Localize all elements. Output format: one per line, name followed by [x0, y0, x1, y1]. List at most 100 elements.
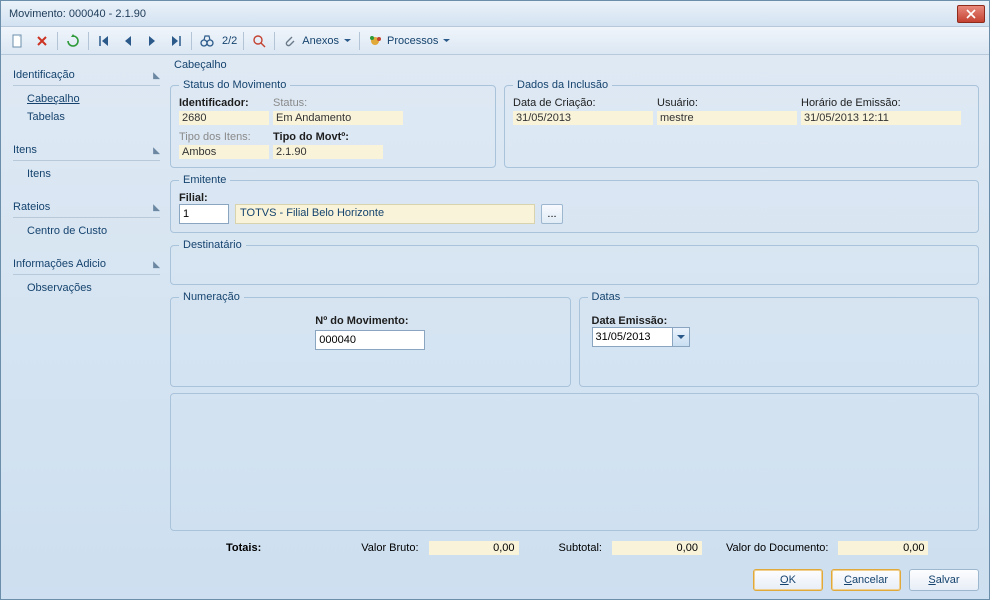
emitente-group: Emitente Filial: TOTVS - Filial Belo Hor… — [170, 174, 979, 233]
zoom-button[interactable] — [248, 30, 270, 52]
titlebar: Movimento: 000040 - 2.1.90 — [1, 1, 989, 27]
status-value: Em Andamento — [273, 111, 403, 125]
nav-last-button[interactable] — [165, 30, 187, 52]
process-icon — [368, 34, 382, 48]
main-panel: Cabeçalho Status do Movimento Identifica… — [166, 55, 989, 565]
close-icon — [966, 9, 976, 19]
chevron-icon: ◣ — [153, 70, 160, 81]
numeracao-group: Numeração Nº do Movimento: — [170, 291, 571, 387]
anexos-label: Anexos — [300, 35, 341, 47]
subtotal-value: 0,00 — [612, 541, 702, 555]
separator — [243, 32, 244, 50]
last-icon — [169, 34, 183, 48]
new-button[interactable] — [7, 30, 29, 52]
totals-label: Totais: — [226, 542, 261, 554]
date-picker-button[interactable] — [672, 327, 690, 347]
filial-code-input[interactable] — [179, 204, 229, 224]
nav-section-rateios[interactable]: Rateios◣ — [13, 197, 160, 218]
numeracao-legend: Numeração — [179, 291, 244, 303]
status-movimento-group: Status do Movimento Identificador: Statu… — [170, 79, 496, 168]
data-criacao-label: Data de Criação: — [513, 97, 653, 109]
chevron-icon: ◣ — [153, 145, 160, 156]
chevron-down-icon — [344, 37, 351, 44]
delete-button[interactable] — [31, 30, 53, 52]
identificador-label: Identificador: — [179, 97, 269, 109]
destinatario-legend: Destinatário — [179, 239, 246, 251]
processos-dropdown[interactable]: Processos — [364, 34, 454, 48]
inclusao-legend: Dados da Inclusão — [513, 79, 612, 91]
separator — [88, 32, 89, 50]
record-counter: 2/2 — [220, 35, 239, 47]
find-button[interactable] — [196, 30, 218, 52]
usuario-label: Usuário: — [657, 97, 797, 109]
totals-bar: Totais: Valor Bruto: 0,00 Subtotal: 0,00… — [170, 537, 979, 559]
binoculars-icon — [200, 34, 214, 48]
ok-button[interactable]: OK — [753, 569, 823, 591]
chevron-icon: ◣ — [153, 202, 160, 213]
processos-label: Processos — [385, 35, 440, 47]
datas-legend: Datas — [588, 291, 625, 303]
data-criacao-value: 31/05/2013 — [513, 111, 653, 125]
filial-name-display: TOTVS - Filial Belo Horizonte — [235, 204, 535, 224]
sidebar-item-tabelas[interactable]: Tabelas — [13, 108, 160, 126]
tipo-movto-value: 2.1.90 — [273, 145, 383, 159]
nav-first-button[interactable] — [93, 30, 115, 52]
tipo-itens-value: Ambos — [179, 145, 269, 159]
nav-section-identificacao[interactable]: Identificação◣ — [13, 65, 160, 86]
empty-panel — [170, 393, 979, 531]
data-emissao-label: Data Emissão: — [592, 315, 967, 327]
tipo-movto-label: Tipo do Movtº: — [273, 131, 383, 143]
subtotal-label: Subtotal: — [559, 542, 602, 554]
valor-bruto-value: 0,00 — [429, 541, 519, 555]
dados-inclusao-group: Dados da Inclusão Data de Criação: Usuár… — [504, 79, 979, 168]
refresh-button[interactable] — [62, 30, 84, 52]
next-icon — [145, 34, 159, 48]
sidebar-item-itens[interactable]: Itens — [13, 165, 160, 183]
num-movimento-input[interactable] — [315, 330, 425, 350]
toolbar: 2/2 Anexos Processos — [1, 27, 989, 55]
nav-section-itens[interactable]: Itens◣ — [13, 140, 160, 161]
separator — [359, 32, 360, 50]
refresh-icon — [66, 34, 80, 48]
salvar-button[interactable]: Salvar — [909, 569, 979, 591]
sidebar-item-observacoes[interactable]: Observações — [13, 279, 160, 297]
sidebar: Identificação◣ Cabeçalho Tabelas Itens◣ … — [1, 55, 166, 565]
usuario-value: mestre — [657, 111, 797, 125]
button-bar: OK Cancelar Salvar — [1, 565, 989, 599]
valor-documento-label: Valor do Documento: — [726, 542, 829, 554]
datas-group: Datas Data Emissão: — [579, 291, 980, 387]
valor-documento-value: 0,00 — [838, 541, 928, 555]
destinatario-group: Destinatário — [170, 239, 979, 285]
num-movimento-label: Nº do Movimento: — [315, 315, 408, 327]
new-doc-icon — [11, 34, 25, 48]
nav-prev-button[interactable] — [117, 30, 139, 52]
cancelar-button[interactable]: Cancelar — [831, 569, 901, 591]
data-emissao-input[interactable] — [592, 327, 672, 347]
chevron-down-icon — [443, 37, 450, 44]
window-title: Movimento: 000040 - 2.1.90 — [5, 8, 957, 20]
tab-cabecalho[interactable]: Cabeçalho — [170, 59, 979, 73]
chevron-icon: ◣ — [153, 259, 160, 270]
first-icon — [97, 34, 111, 48]
delete-icon — [35, 34, 49, 48]
prev-icon — [121, 34, 135, 48]
tipo-itens-label: Tipo dos Itens: — [179, 131, 269, 143]
status-legend: Status do Movimento — [179, 79, 290, 91]
nav-next-button[interactable] — [141, 30, 163, 52]
filial-lookup-button[interactable]: ... — [541, 204, 563, 224]
anexos-dropdown[interactable]: Anexos — [279, 34, 355, 48]
separator — [57, 32, 58, 50]
valor-bruto-label: Valor Bruto: — [361, 542, 418, 554]
separator — [274, 32, 275, 50]
horario-emissao-value: 31/05/2013 12:11 — [801, 111, 961, 125]
status-label: Status: — [273, 97, 383, 109]
chevron-down-icon — [677, 333, 685, 341]
close-button[interactable] — [957, 5, 985, 23]
identificador-value: 2680 — [179, 111, 269, 125]
separator — [191, 32, 192, 50]
filial-label: Filial: — [179, 192, 229, 204]
horario-emissao-label: Horário de Emissão: — [801, 97, 961, 109]
nav-section-info-adicionais[interactable]: Informações Adicio◣ — [13, 254, 160, 275]
sidebar-item-cabecalho[interactable]: Cabeçalho — [13, 90, 160, 108]
sidebar-item-centro-custo[interactable]: Centro de Custo — [13, 222, 160, 240]
